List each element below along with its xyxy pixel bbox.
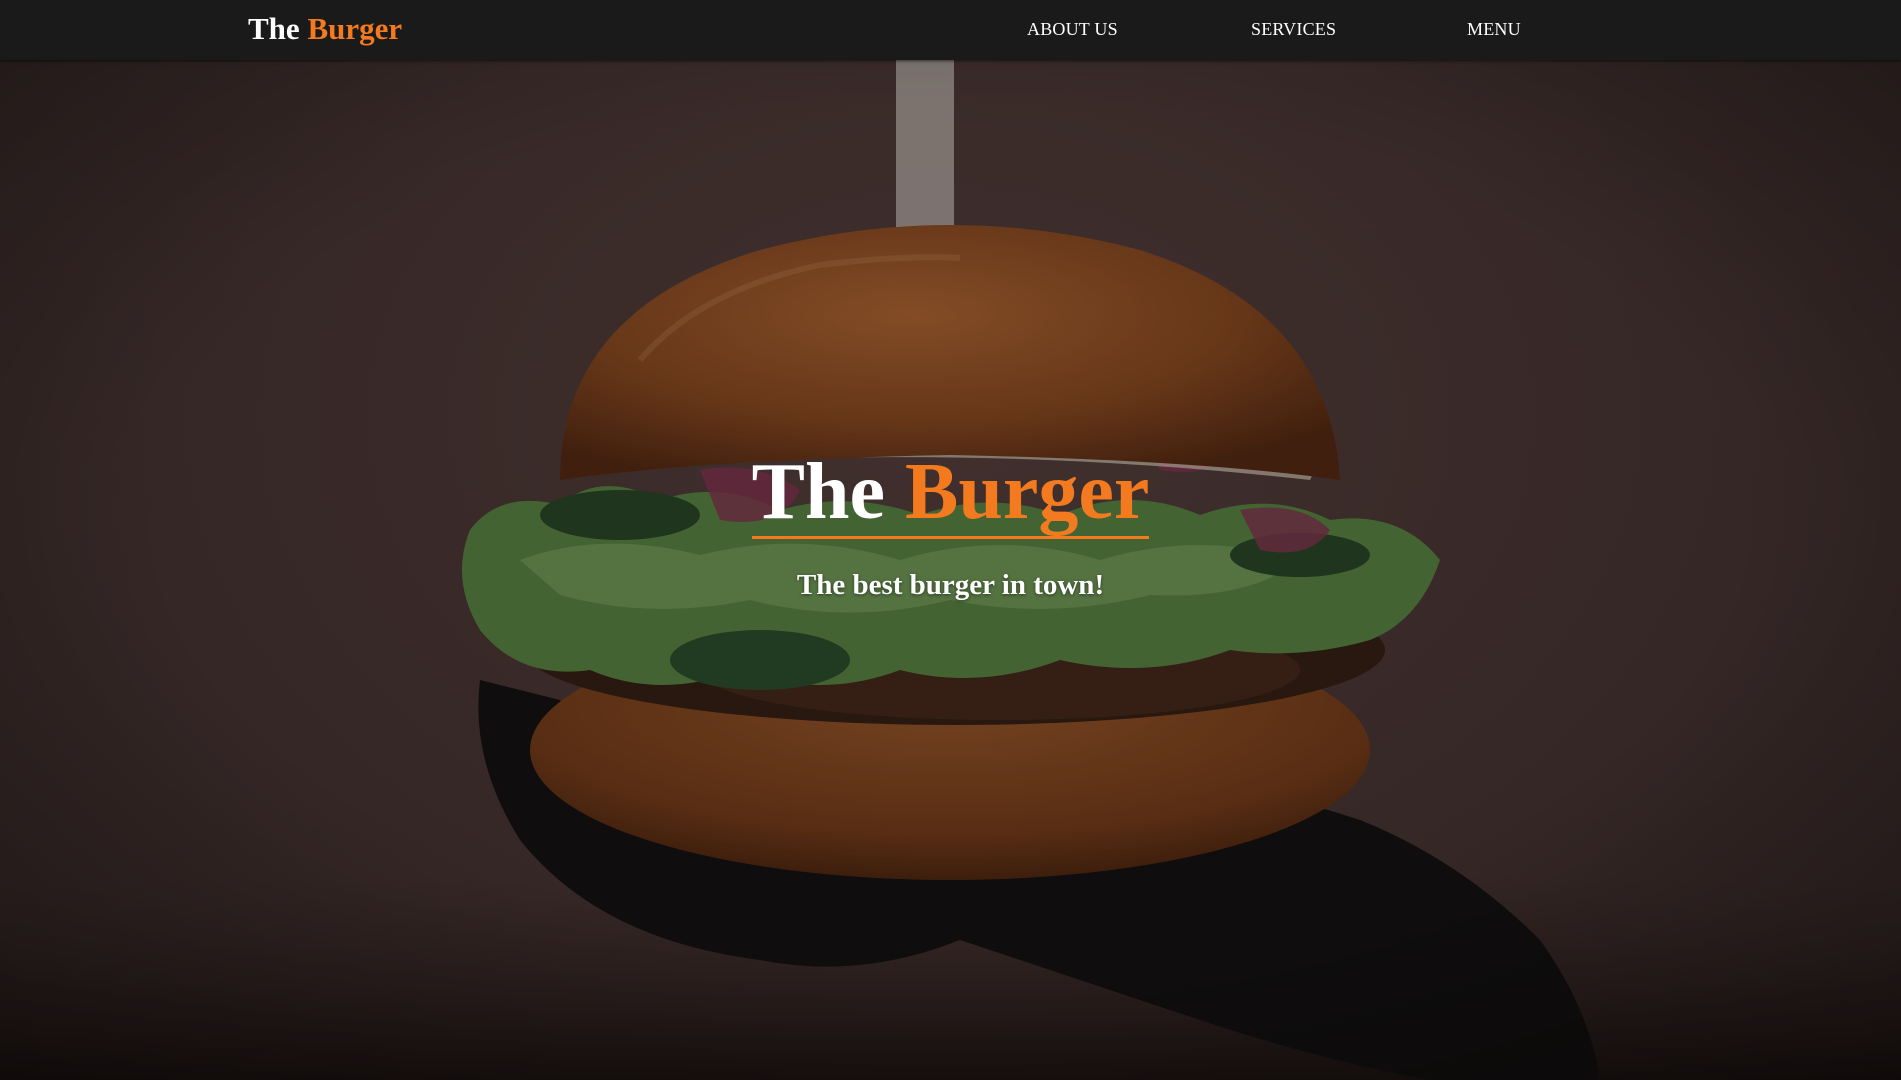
hero-content: The Burger The best burger in town! <box>0 450 1901 602</box>
hero-title-wrap: The Burger <box>751 450 1150 545</box>
nav-links: ABOUT US SERVICES MENU <box>0 0 1901 60</box>
nav-link-services[interactable]: SERVICES <box>1251 19 1336 40</box>
hero-title-second: Burger <box>904 448 1150 536</box>
hero-tagline: The best burger in town! <box>796 569 1105 601</box>
hero-title: The Burger <box>752 450 1150 534</box>
navbar: The Burger ABOUT US SERVICES MENU <box>0 0 1901 60</box>
nav-link-about-us[interactable]: ABOUT US <box>1027 19 1118 40</box>
hero-title-first: The <box>751 448 885 536</box>
hero-section: The Burger The best burger in town! <box>0 60 1901 1080</box>
hero-title-underline <box>751 536 1150 539</box>
nav-link-menu[interactable]: MENU <box>1467 19 1521 40</box>
